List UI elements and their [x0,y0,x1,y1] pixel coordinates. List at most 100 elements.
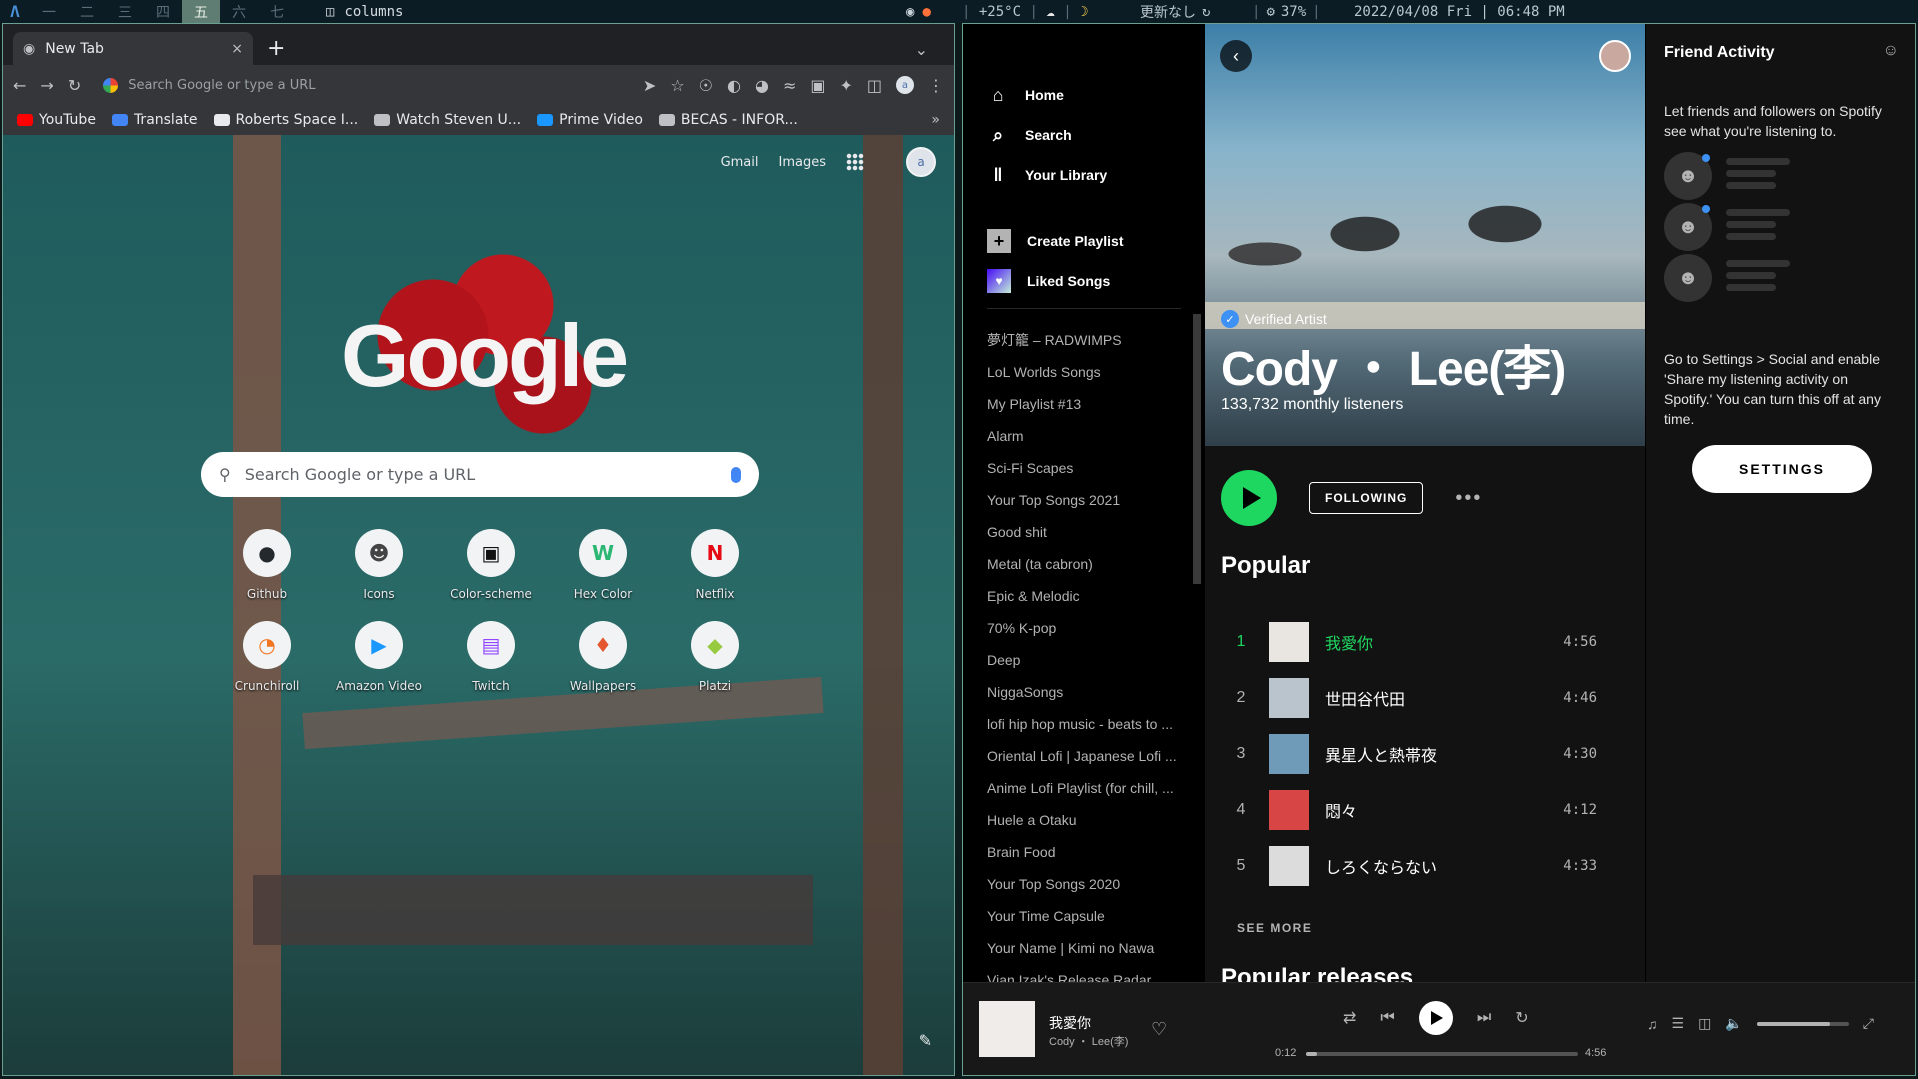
shuffle-icon[interactable]: ⇄ [1343,1008,1356,1028]
track-row[interactable]: 4 悶々 4:12 [1221,790,1629,830]
extension-wave-icon[interactable]: ≈ [783,76,796,95]
workspace-2[interactable]: 二 [68,0,106,23]
firefox-icon[interactable]: ● [922,4,930,20]
playlist-item[interactable]: Your Name | Kimi no Nawa [987,932,1187,964]
extension-compass-icon[interactable]: ☉ [699,76,713,95]
workspace-3[interactable]: 三 [106,0,144,23]
workspace-6[interactable]: 六 [220,0,258,23]
bookmark-item[interactable]: YouTube [17,112,96,128]
add-friend-icon[interactable]: ☺ [1883,42,1899,60]
shortcut-tile[interactable]: ● Github [211,529,323,601]
bookmarks-overflow-icon[interactable]: » [931,112,940,128]
shortcut-tile[interactable]: ◔ Crunchiroll [211,621,323,693]
shortcut-tile[interactable]: W Hex Color [547,529,659,601]
playlist-item[interactable]: 夢灯籠 – RADWIMPS [987,324,1187,356]
refresh-icon[interactable]: ↻ [1202,4,1210,20]
workspace-7[interactable]: 七 [258,0,296,23]
send-icon[interactable]: ➤ [643,76,656,95]
play-artist-button[interactable] [1221,470,1277,526]
playlist-item[interactable]: My Playlist #13 [987,388,1187,420]
nav-home[interactable]: ⌂ Home [987,84,1107,106]
bookmark-star-icon[interactable]: ☆ [670,76,684,95]
back-arrow-icon[interactable]: ‹ [1220,40,1252,72]
fullscreen-icon[interactable]: ⤢ [1863,1015,1874,1032]
side-panel-icon[interactable]: ◫ [867,76,882,95]
playlist-item[interactable]: LoL Worlds Songs [987,356,1187,388]
microphone-icon[interactable] [731,466,741,483]
shortcut-tile[interactable]: ◆ Platzi [659,621,771,693]
volume-icon[interactable]: 🔈 [1725,1015,1742,1032]
images-link[interactable]: Images [779,155,827,170]
see-more-button[interactable]: SEE MORE [1237,921,1312,935]
playlist-item[interactable]: Deep [987,644,1187,676]
playlist-item[interactable]: Your Top Songs 2021 [987,484,1187,516]
workspace-5[interactable]: 五 [182,0,220,23]
volume-slider[interactable] [1756,1021,1849,1026]
create-playlist-button[interactable]: + Create Playlist [987,229,1124,253]
new-tab-button[interactable]: + [267,36,285,61]
like-heart-icon[interactable]: ♡ [1151,1019,1167,1040]
bookmark-item[interactable]: Prime Video [537,112,643,128]
apps-grid-icon[interactable] [846,153,864,171]
settings-button[interactable]: SETTINGS [1692,445,1872,493]
user-avatar[interactable] [1599,40,1631,72]
playlist-item[interactable]: Alarm [987,420,1187,452]
repeat-icon[interactable]: ↻ [1515,1008,1528,1028]
extensions-puzzle-icon[interactable]: ✦ [839,76,852,95]
ntp-profile-avatar[interactable]: a [906,147,936,177]
playlist-item[interactable]: Oriental Lofi | Japanese Lofi ... [987,740,1187,772]
track-row[interactable]: 2 世田谷代田 4:46 [1221,678,1629,718]
close-tab-icon[interactable]: × [231,41,243,57]
shortcut-tile[interactable]: ▤ Twitch [435,621,547,693]
lyrics-icon[interactable]: ♫ [1647,1016,1658,1032]
playlist-item[interactable]: Good shit [987,516,1187,548]
profile-avatar[interactable]: a [896,76,914,94]
extension-window-icon[interactable]: ▣ [810,76,825,95]
gmail-link[interactable]: Gmail [721,155,759,170]
playlist-item[interactable]: Metal (ta cabron) [987,548,1187,580]
playlist-item[interactable]: Your Top Songs 2020 [987,868,1187,900]
customize-pencil-icon[interactable]: ✎ [919,1031,932,1050]
next-icon[interactable]: ⏭ [1477,1009,1491,1027]
playlist-item[interactable]: lofi hip hop music - beats to ... [987,708,1187,740]
ntp-search-box[interactable]: ⚲ Search Google or type a URL [201,452,759,497]
bookmark-item[interactable]: Watch Steven U... [374,112,521,128]
arch-logo-icon[interactable]: Λ [0,0,30,23]
connect-device-icon[interactable]: ◫ [1698,1015,1711,1032]
progress-bar[interactable] [1306,1052,1578,1056]
track-row[interactable]: 5 しろくならない 4:33 [1221,846,1629,886]
shortcut-tile[interactable]: ▣ Color-scheme [435,529,547,601]
playlist-item[interactable]: 70% K-pop [987,612,1187,644]
nav-your-library[interactable]: ‖ Your Library [987,164,1108,186]
kebab-menu-icon[interactable]: ⋮ [928,76,944,95]
queue-icon[interactable]: ☰ [1672,1015,1685,1032]
track-row[interactable]: 3 異星人と熱帯夜 4:30 [1221,734,1629,774]
liked-songs-button[interactable]: ♥ Liked Songs [987,269,1124,293]
playlist-item[interactable]: NiggaSongs [987,676,1187,708]
playlist-item[interactable]: Sci-Fi Scapes [987,452,1187,484]
track-row[interactable]: 1 我愛你 4:56 [1221,622,1629,662]
nav-search[interactable]: ⌕ Search [987,124,1107,146]
extension-theme-icon[interactable]: ◐ [727,76,741,95]
layout-indicator[interactable]: ◫ columns [326,4,403,20]
workspace-1[interactable]: 一 [30,0,68,23]
shortcut-tile[interactable]: ▶ Amazon Video [323,621,435,693]
workspace-4[interactable]: 四 [144,0,182,23]
tab-new-tab[interactable]: ◉ New Tab × [13,32,253,65]
playlist-item[interactable]: Anime Lofi Playlist (for chill, ... [987,772,1187,804]
previous-icon[interactable]: ⏮ [1380,1009,1394,1027]
reload-icon[interactable]: ↻ [68,76,81,95]
now-playing-title[interactable]: 我愛你 [1049,1013,1091,1033]
bookmark-item[interactable]: BECAS - INFOR... [658,112,798,128]
now-playing-cover[interactable] [979,1001,1035,1057]
omnibox[interactable]: Search Google or type a URL [95,69,629,101]
playlist-item[interactable]: Your Time Capsule [987,900,1187,932]
playlist-item[interactable]: Huele a Otaku [987,804,1187,836]
now-playing-artist[interactable]: Cody ・ Lee(李) [1049,1033,1128,1049]
discord-icon[interactable]: ◉ [906,4,914,20]
forward-icon[interactable]: → [40,76,53,95]
playlist-item[interactable]: Epic & Melodic [987,580,1187,612]
extension-glasses-icon[interactable]: ◕ [755,76,769,95]
playlist-item[interactable]: Brain Food [987,836,1187,868]
tab-search-icon[interactable]: ⌄ [915,40,928,59]
